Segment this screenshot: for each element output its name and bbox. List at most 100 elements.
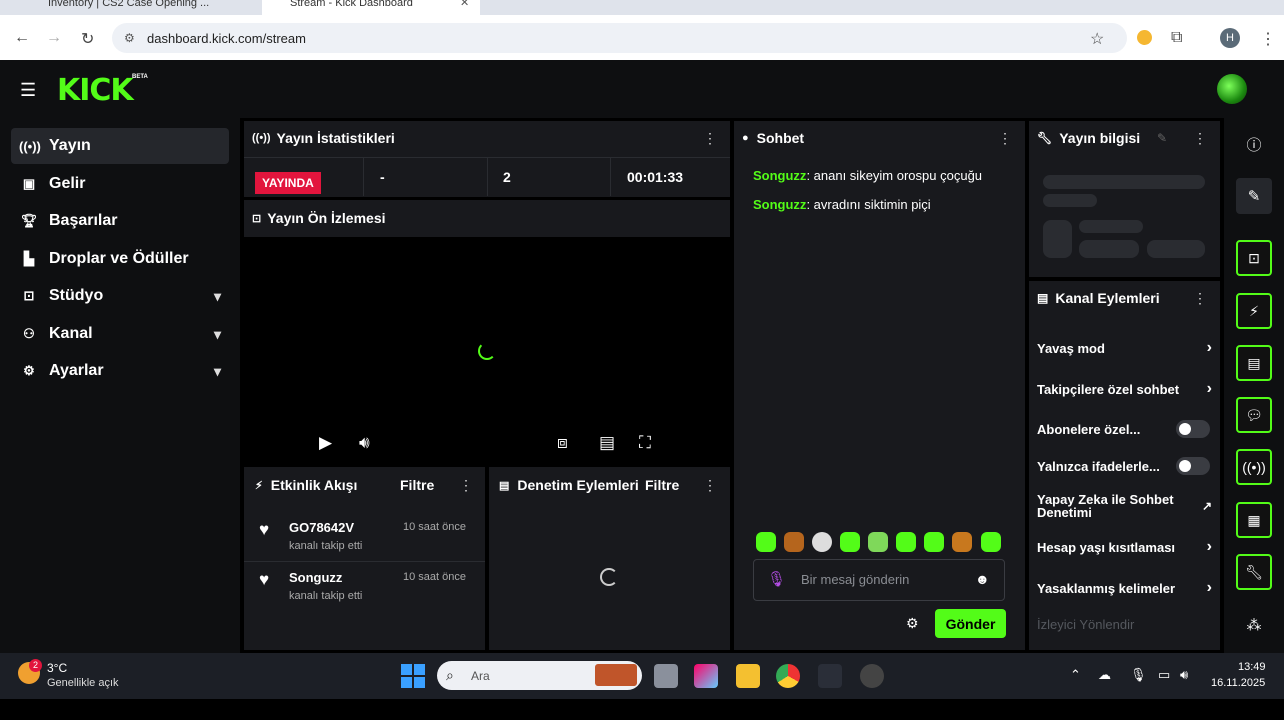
- trophy-icon: 🏆︎: [20, 213, 38, 228]
- info-icon[interactable]: ⓘ: [1236, 126, 1272, 162]
- emote-icon[interactable]: [952, 532, 972, 552]
- moderation-filter-button[interactable]: Filtre: [645, 477, 679, 493]
- microphone-icon[interactable]: 🎙︎: [1130, 667, 1147, 683]
- broadcast-icon[interactable]: ((•)): [1236, 449, 1272, 485]
- emote-icon[interactable]: [924, 532, 944, 552]
- browser-tab-kick[interactable]: Stream - Kick Dashboard: [262, 0, 480, 15]
- fullscreen-icon[interactable]: ⛶: [639, 433, 651, 453]
- preview-panel-icon[interactable]: ⊡: [1236, 240, 1272, 276]
- copilot-icon[interactable]: [694, 664, 718, 688]
- hamburger-menu-icon[interactable]: ☰: [20, 80, 36, 101]
- windows-taskbar: [0, 653, 1284, 699]
- sidebar-item-droplar[interactable]: ▙ Droplar ve Ödüller: [11, 241, 229, 277]
- close-tab-icon[interactable]: ✕: [460, 0, 469, 9]
- reload-icon[interactable]: ↻: [81, 29, 94, 49]
- channel-action-account-age[interactable]: Hesap yaşı kısıtlaması ›: [1037, 538, 1212, 555]
- browser-tab-inventory[interactable]: Inventory | CS2 Case Opening ...: [20, 0, 260, 15]
- more-options-icon[interactable]: ⋮: [1193, 130, 1207, 147]
- url-field[interactable]: ⚙ dashboard.kick.com/stream: [112, 23, 1127, 53]
- back-icon[interactable]: ←: [14, 29, 30, 47]
- app-icon[interactable]: [860, 664, 884, 688]
- chevron-right-icon: ›: [1206, 339, 1212, 356]
- activity-user[interactable]: GO78642V: [289, 520, 354, 535]
- emote-icon[interactable]: [784, 532, 804, 552]
- play-icon[interactable]: ▶: [319, 433, 332, 453]
- activity-filter-button[interactable]: Filtre: [400, 477, 434, 493]
- chat-bubble-icon[interactable]: 💬︎: [1236, 397, 1272, 433]
- chevron-down-icon: ▾: [213, 362, 221, 379]
- gear-icon[interactable]: ⚙: [906, 615, 919, 632]
- more-options-icon[interactable]: ⋮: [703, 477, 717, 494]
- printer-icon[interactable]: ▦: [1236, 502, 1272, 538]
- activity-feed-panel: [244, 467, 485, 650]
- edit-pencil-icon[interactable]: ✎: [1236, 178, 1272, 214]
- extension-icon[interactable]: [1137, 30, 1152, 45]
- edit-pencil-icon[interactable]: ✎: [1157, 131, 1167, 145]
- clock-date[interactable]: 16.11.2025: [1211, 677, 1265, 689]
- emote-icon[interactable]: [812, 532, 832, 552]
- channel-action-slow-mode[interactable]: Yavaş mod ›: [1037, 339, 1212, 356]
- send-button[interactable]: Gönder: [935, 609, 1006, 638]
- emote-icon[interactable]: [840, 532, 860, 552]
- activity-user[interactable]: Songuzz: [289, 570, 342, 585]
- lightning-icon[interactable]: ⚡︎: [1236, 293, 1272, 329]
- sidebar-item-studyo[interactable]: ⊡ Stüdyo ▾: [11, 278, 229, 314]
- user-avatar[interactable]: [1217, 74, 1247, 104]
- sidebar-item-basarilar[interactable]: 🏆︎ Başarılar: [11, 203, 229, 239]
- profile-avatar[interactable]: H: [1220, 28, 1240, 48]
- more-options-icon[interactable]: ⋮: [1193, 290, 1207, 307]
- panel-title: Yayın İstatistikleri: [276, 130, 395, 146]
- search-icon: ⌕: [446, 667, 454, 683]
- sidebar-item-label: Ayarlar: [49, 362, 104, 379]
- document-icon[interactable]: ▤: [1236, 345, 1272, 381]
- browser-menu-icon[interactable]: ⋮: [1260, 29, 1276, 49]
- forward-icon[interactable]: →: [46, 29, 62, 47]
- sidebar-item-ayarlar[interactable]: ⚙ Ayarlar ▾: [11, 353, 229, 389]
- emoji-icon[interactable]: ☻: [975, 571, 990, 587]
- volume-icon[interactable]: 🔊︎: [1180, 667, 1188, 683]
- wrench-icon[interactable]: 🔧︎: [1236, 554, 1272, 590]
- network-icon[interactable]: ▭: [1158, 667, 1170, 683]
- subscriber-only-toggle[interactable]: [1176, 420, 1210, 438]
- action-label: İzleyici Yönlendir: [1037, 616, 1135, 632]
- bookmark-star-icon[interactable]: ☆: [1090, 29, 1104, 49]
- chat-username[interactable]: Songuzz: [753, 168, 806, 183]
- sidebar-item-kanal[interactable]: ⚇ Kanal ▾: [11, 316, 229, 352]
- emote-icon[interactable]: [981, 532, 1001, 552]
- emote-only-toggle[interactable]: [1176, 457, 1210, 475]
- chat-username[interactable]: Songuzz: [753, 197, 806, 212]
- stream-preview-video[interactable]: [244, 200, 730, 462]
- app-icon[interactable]: [818, 664, 842, 688]
- channel-action-follower-chat[interactable]: Takipçilere özel sohbet ›: [1037, 380, 1212, 397]
- channel-icon: ⚇: [23, 326, 35, 341]
- volume-icon[interactable]: 🔊︎: [359, 433, 370, 453]
- channel-action-banned-words[interactable]: Yasaklanmış kelimeler ›: [1037, 579, 1212, 596]
- picture-in-picture-icon[interactable]: ⧈: [557, 433, 568, 453]
- more-options-icon[interactable]: ⋮: [459, 477, 473, 494]
- channel-action-raid: İzleyici Yönlendir: [1037, 616, 1212, 632]
- channel-action-ai-moderation[interactable]: Yapay Zeka ile Sohbet Denetimi ↗: [1037, 492, 1212, 520]
- clock-time[interactable]: 13:49: [1238, 661, 1266, 673]
- more-options-icon[interactable]: ⋮: [703, 130, 717, 147]
- emote-icon[interactable]: [756, 532, 776, 552]
- task-view-icon[interactable]: [654, 664, 678, 688]
- microphone-icon[interactable]: 🎙︎: [767, 570, 786, 588]
- apps-icon[interactable]: ⁂: [1236, 607, 1272, 643]
- theater-mode-icon[interactable]: ▤: [599, 433, 615, 453]
- file-explorer-icon[interactable]: [736, 664, 760, 688]
- sidebar-item-label: Kanal: [49, 325, 93, 342]
- site-info-icon[interactable]: ⚙: [124, 31, 135, 45]
- emote-icon[interactable]: [868, 532, 888, 552]
- activity-time: 10 saat önce: [403, 521, 466, 533]
- cloud-icon[interactable]: ☁: [1098, 667, 1111, 683]
- kick-logo[interactable]: KICK: [57, 73, 134, 108]
- chevron-up-icon[interactable]: ⌃: [1070, 667, 1081, 683]
- sidebar-item-gelir[interactable]: ▣ Gelir: [11, 166, 229, 202]
- windows-start-icon[interactable]: [401, 664, 425, 688]
- sidebar-item-yayin[interactable]: ((•)) Yayın: [11, 128, 229, 164]
- chrome-icon[interactable]: [776, 664, 800, 688]
- emote-icon[interactable]: [896, 532, 916, 552]
- more-options-icon[interactable]: ⋮: [998, 130, 1012, 147]
- extensions-puzzle-icon[interactable]: ⧉: [1171, 29, 1182, 47]
- panel-title: Yayın bilgisi: [1059, 130, 1141, 146]
